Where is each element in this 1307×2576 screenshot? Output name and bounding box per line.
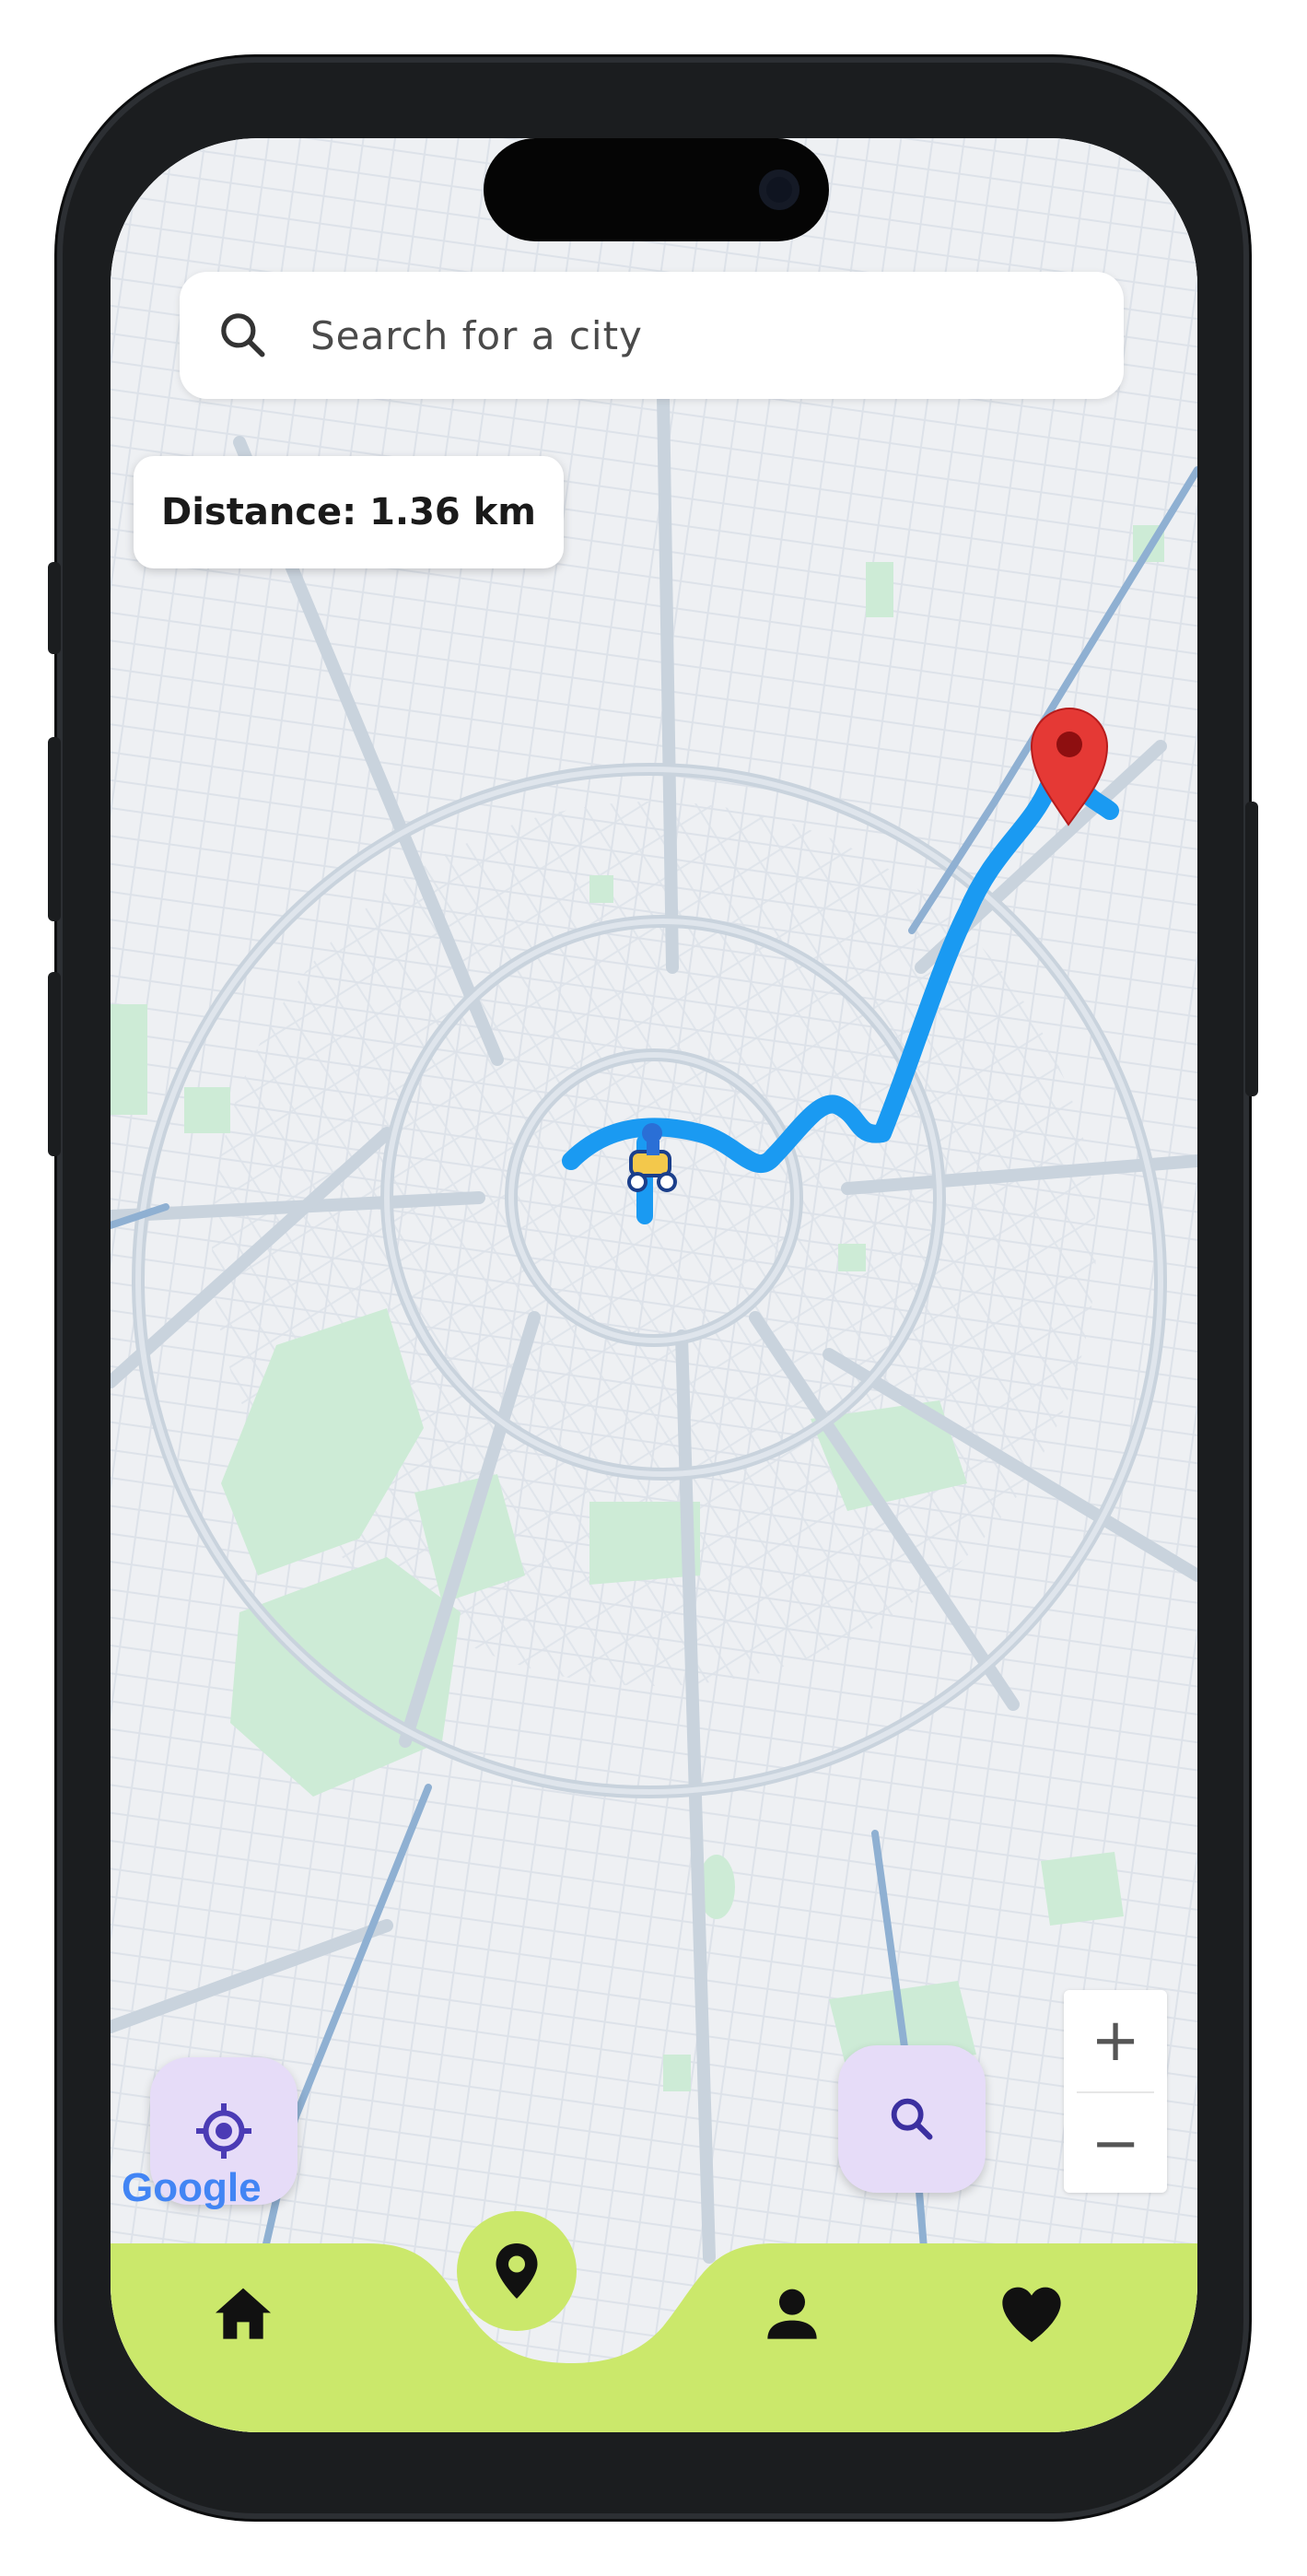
distance-text: Distance: 1.36 km (161, 491, 536, 533)
search-fab-button[interactable] (838, 2045, 986, 2193)
zoom-controls: + − (1064, 1990, 1167, 2193)
search-icon (221, 313, 265, 357)
search-input[interactable] (309, 311, 1049, 359)
location-pin-icon (496, 2243, 538, 2299)
zoom-in-button[interactable]: + (1064, 1990, 1167, 2091)
nav-location-button[interactable] (457, 2211, 577, 2331)
person-icon (767, 2289, 817, 2339)
home-icon (216, 2288, 271, 2339)
front-camera (759, 170, 799, 210)
action-button (48, 562, 61, 654)
nav-home-button[interactable] (206, 2277, 280, 2351)
zoom-out-button[interactable]: − (1064, 2093, 1167, 2195)
heart-icon (1002, 2287, 1061, 2342)
search-bar[interactable] (180, 272, 1124, 399)
volume-down-button (48, 972, 61, 1156)
target-icon (196, 2103, 251, 2159)
nav-favorites-button[interactable] (995, 2277, 1068, 2351)
power-button (1245, 802, 1258, 1096)
dynamic-island (484, 138, 829, 241)
app-screen: Distance: 1.36 km + − Google (111, 138, 1197, 2432)
nav-profile-button[interactable] (755, 2277, 829, 2351)
distance-label: Distance: 1.36 km (134, 456, 564, 568)
google-logo-text: Google (122, 2165, 262, 2210)
google-attribution: Google (122, 2165, 262, 2211)
volume-up-button (48, 737, 61, 921)
search-icon (891, 2098, 933, 2140)
